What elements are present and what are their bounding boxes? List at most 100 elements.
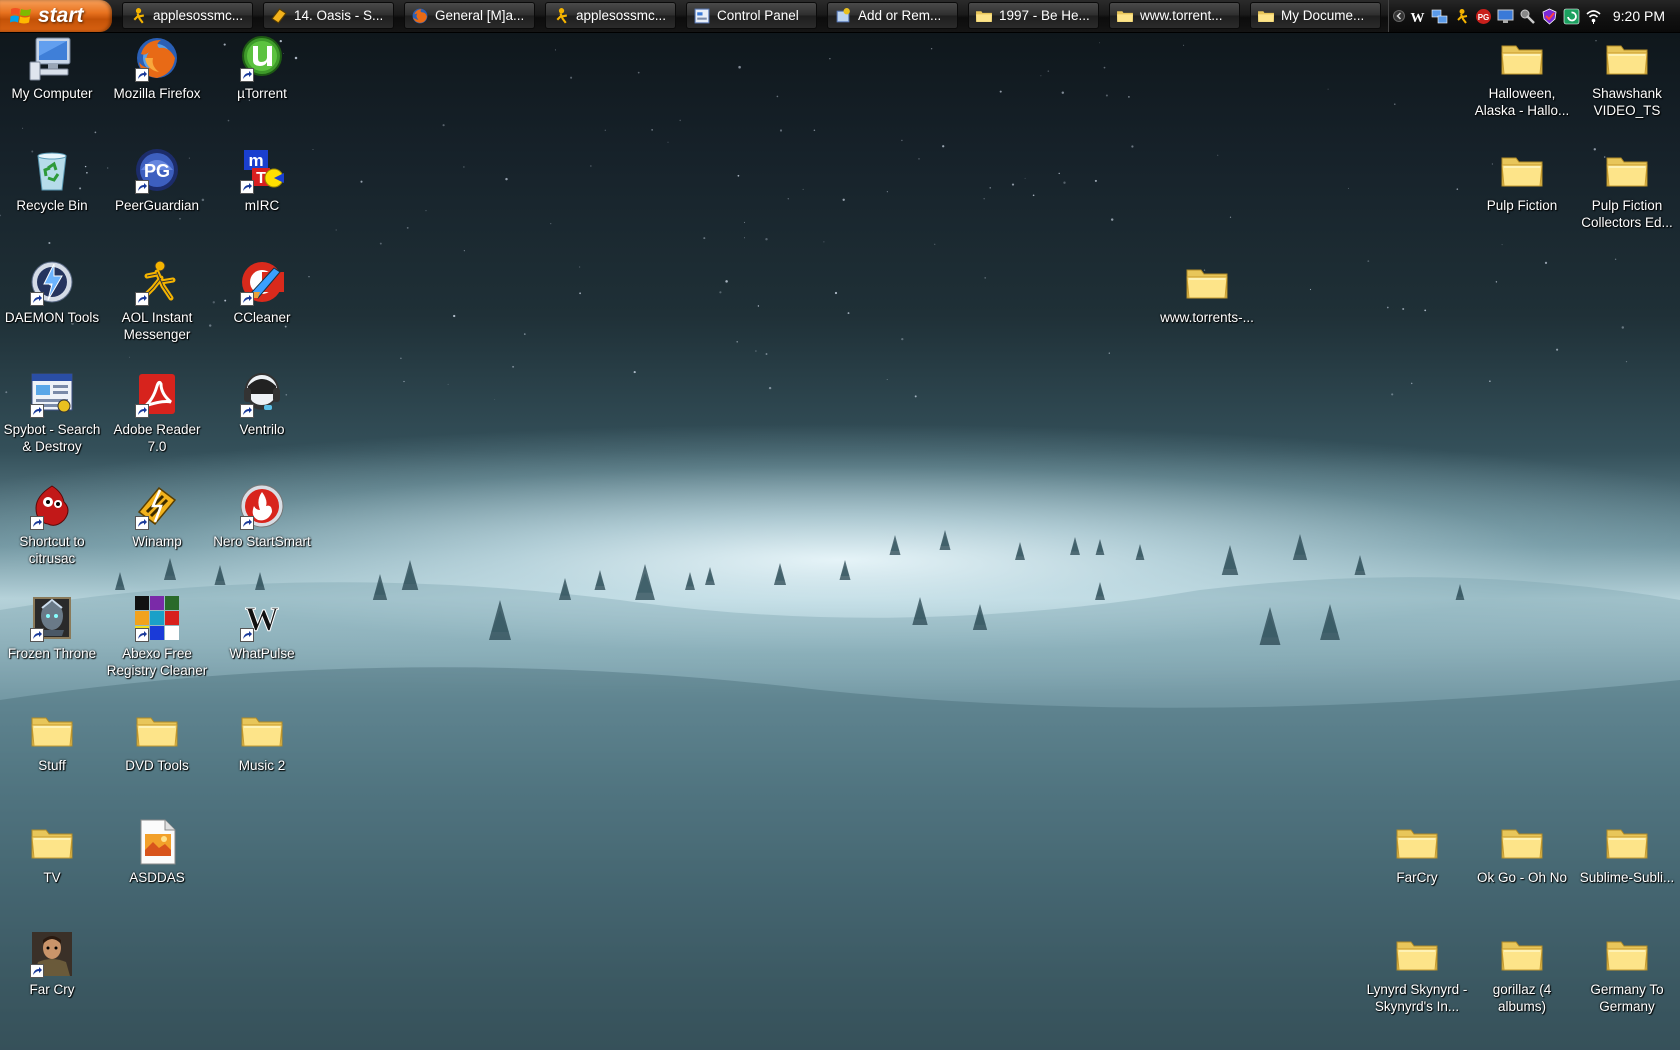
desktop-icon-abexo-free-registry-cleaner[interactable]: Abexo Free Registry Cleaner (105, 594, 209, 679)
tray-antivirus-icon[interactable] (1519, 8, 1536, 25)
image-file-icon (133, 818, 181, 866)
shortcut-arrow-icon (135, 628, 149, 642)
tray-expand-chevron-icon[interactable] (1393, 9, 1405, 23)
shortcut-arrow-icon (135, 404, 149, 418)
spybot-icon (28, 370, 76, 418)
desktop-icon-lynyrd-skynyrd-skynyrd-s-in[interactable]: Lynyrd Skynyrd - Skynyrd's In... (1365, 930, 1469, 1015)
shortcut-arrow-icon (30, 516, 44, 530)
desktop-icon-spybot-search-destroy[interactable]: Spybot - Search & Destroy (0, 370, 104, 455)
desktop-icon-asddas[interactable]: ASDDAS (105, 818, 209, 886)
desktop-icon-germany-to-germany[interactable]: Germany To Germany (1575, 930, 1679, 1015)
desktop-icon-label: Halloween, Alaska - Hallo... (1474, 86, 1570, 118)
desktop-icon-gorillaz-4-albums[interactable]: gorillaz (4 albums) (1470, 930, 1574, 1015)
desktop-icon-music-2[interactable]: Music 2 (210, 706, 314, 774)
desktop-icon-ventrilo[interactable]: Ventrilo (210, 370, 314, 438)
desktop-icon-label: AOL Instant Messenger (121, 310, 193, 342)
folder-icon (975, 7, 993, 25)
desktop-icon-stuff[interactable]: Stuff (0, 706, 104, 774)
desktop-icon-torrent[interactable]: µTorrent (210, 34, 314, 102)
my-computer-icon (28, 34, 76, 82)
desktop-icon-label: Germany To Germany (1590, 982, 1664, 1014)
desktop-icon-recycle-bin[interactable]: Recycle Bin (0, 146, 104, 214)
desktop-icon-dvd-tools[interactable]: DVD Tools (105, 706, 209, 774)
windows-flag-icon (10, 8, 31, 24)
utorrent-icon (238, 34, 286, 82)
desktop-icon-label: Pulp Fiction (1486, 198, 1558, 213)
desktop-icon-tv[interactable]: TV (0, 818, 104, 886)
tray-network-icon[interactable] (1431, 8, 1448, 25)
tray-security-icon[interactable] (1541, 8, 1558, 25)
desktop[interactable]: My Computer Mozilla Firefox µTorrent Recycl… (0, 0, 1680, 1050)
desktop-icon-pulp-fiction-collectors-ed[interactable]: Pulp Fiction Collectors Ed... (1575, 146, 1679, 231)
desktop-icon-frozen-throne[interactable]: Frozen Throne (0, 594, 104, 662)
desktop-icon-ccleaner[interactable]: CCleaner (210, 258, 314, 326)
shortcut-arrow-icon (135, 516, 149, 530)
desktop-icon-label: mIRC (244, 198, 280, 213)
desktop-icon-halloween-alaska-hallo[interactable]: Halloween, Alaska - Hallo... (1470, 34, 1574, 119)
shortcut-arrow-icon (135, 180, 149, 194)
desktop-icon-label: Recycle Bin (16, 198, 88, 213)
folder-icon (1116, 7, 1134, 25)
taskbar-button-label: www.torrent... (1140, 8, 1223, 23)
desktop-icon-far-cry[interactable]: Far Cry (0, 930, 104, 998)
desktop-icon-label: Mozilla Firefox (113, 86, 201, 101)
desktop-icon-label: Shortcut to citrusac (19, 534, 85, 566)
desktop-icon-pulp-fiction[interactable]: Pulp Fiction (1470, 146, 1574, 214)
folder-icon (1498, 146, 1546, 194)
shortcut-arrow-icon (240, 292, 254, 306)
taskbar-button[interactable]: My Docume... (1250, 2, 1381, 29)
desktop-icon-label: Abexo Free Registry Cleaner (106, 646, 208, 678)
taskbar-button-label: 1997 - Be He... (999, 8, 1090, 23)
desktop-icon-www-torrents[interactable]: www.torrents-... (1155, 258, 1259, 326)
desktop-icon-winamp[interactable]: Winamp (105, 482, 209, 550)
taskbar-button[interactable]: General [M]a... (404, 2, 535, 29)
taskbar-button-label: Control Panel (717, 8, 799, 23)
taskbar-button-label: Add or Rem... (858, 8, 942, 23)
desktop-icon-mozilla-firefox[interactable]: Mozilla Firefox (105, 34, 209, 102)
folder-icon (1498, 34, 1546, 82)
tray-wireless-icon[interactable] (1585, 8, 1602, 25)
desktop-icon-sublime-subli[interactable]: Sublime-Subli... (1575, 818, 1679, 886)
desktop-icon-adobe-reader-7-0[interactable]: Adobe Reader 7.0 (105, 370, 209, 455)
desktop-icon-my-computer[interactable]: My Computer (0, 34, 104, 102)
desktop-icon-peerguardian[interactable]: PG PeerGuardian (105, 146, 209, 214)
tray-aim-icon[interactable] (1453, 8, 1470, 25)
desktop-icon-daemon-tools[interactable]: DAEMON Tools (0, 258, 104, 326)
folder-icon (1393, 818, 1441, 866)
svg-text:PG: PG (1478, 13, 1490, 22)
desktop-icon-label: Ok Go - Oh No (1476, 870, 1568, 885)
folder-icon (1603, 34, 1651, 82)
desktop-icon-ok-go-oh-no[interactable]: Ok Go - Oh No (1470, 818, 1574, 886)
folder-icon (1603, 146, 1651, 194)
taskbar-button[interactable]: www.torrent... (1109, 2, 1240, 29)
taskbar-button[interactable]: 1997 - Be He... (968, 2, 1099, 29)
nero-icon (238, 482, 286, 530)
desktop-icon-nero-startsmart[interactable]: Nero StartSmart (210, 482, 314, 550)
tray-update-icon[interactable] (1563, 8, 1580, 25)
start-button[interactable]: start (0, 0, 112, 32)
tray-clock[interactable]: 9:20 PM (1613, 8, 1665, 24)
folder-icon (1257, 7, 1275, 25)
desktop-icon-label: Music 2 (238, 758, 286, 773)
desktop-icon-mirc[interactable]: m T mIRC (210, 146, 314, 214)
taskbar-button[interactable]: Control Panel (686, 2, 817, 29)
desktop-icon-shortcut-to-citrusac[interactable]: Shortcut to citrusac (0, 482, 104, 567)
peerguardian-icon: PG (133, 146, 181, 194)
folder-icon (28, 818, 76, 866)
tray-monitor-icon[interactable] (1497, 8, 1514, 25)
taskbar-button[interactable]: applesossmc... (122, 2, 253, 29)
taskbar-button-label: General [M]a... (435, 8, 525, 23)
taskbar-button[interactable]: 14. Oasis - S... (263, 2, 394, 29)
desktop-icon-farcry[interactable]: FarCry (1365, 818, 1469, 886)
tray-whatpulse-icon[interactable]: W (1409, 8, 1426, 26)
tray-peerguardian-icon[interactable]: PG (1475, 8, 1492, 25)
desktop-icon-aol-instant-messenger[interactable]: AOL Instant Messenger (105, 258, 209, 343)
daemon-tools-icon (28, 258, 76, 306)
taskbar-button[interactable]: applesossmc... (545, 2, 676, 29)
taskbar-button[interactable]: Add or Rem... (827, 2, 958, 29)
desktop-icon-shawshank-video-ts[interactable]: Shawshank VIDEO_TS (1575, 34, 1679, 119)
recycle-bin-icon (28, 146, 76, 194)
desktop-icon-whatpulse[interactable]: W WhatPulse (210, 594, 314, 662)
tray-icons: W PG (1409, 8, 1607, 26)
folder-icon (1393, 930, 1441, 978)
